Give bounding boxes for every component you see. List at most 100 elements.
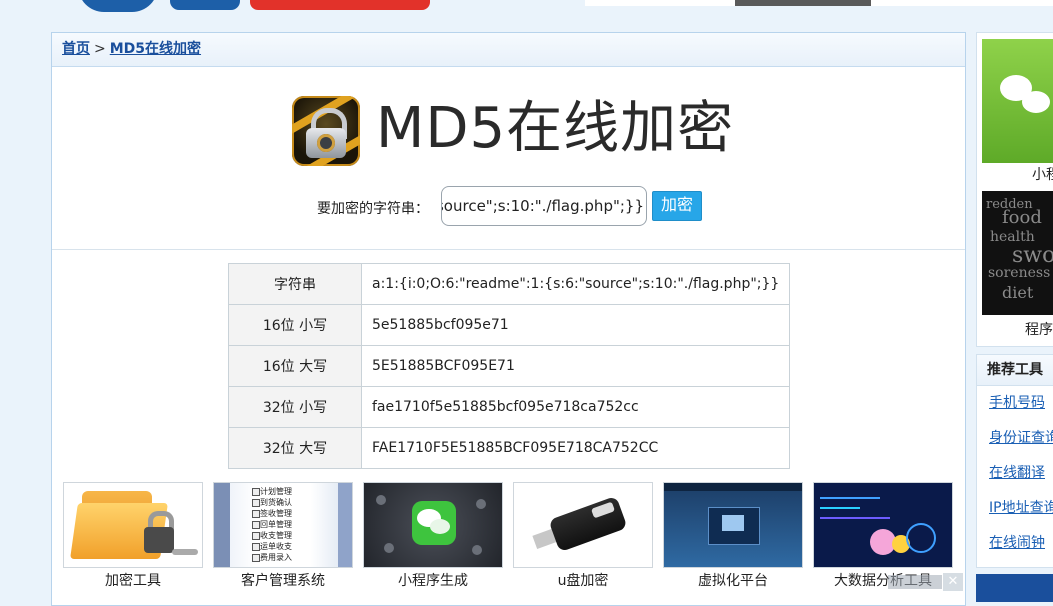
tree-node-icon xyxy=(252,499,260,507)
result-table: 字符串 a:1:{i:0;O:6:"readme":1:{s:6:"source"… xyxy=(228,263,790,469)
tool-item-encrypt[interactable]: 加密工具 xyxy=(63,482,203,590)
tool-label[interactable]: 客户管理系统 xyxy=(213,570,353,590)
crm-screenshot[interactable]: 计划管理到货确认签收管理回单管理收支管理运单收支费用录入 xyxy=(213,482,353,568)
logo-part xyxy=(170,0,240,10)
top-nav-active[interactable] xyxy=(735,0,871,6)
result-value: fae1710f5e51885bcf095e718ca752cc xyxy=(361,386,790,428)
top-header xyxy=(0,0,1053,18)
table-row: 16位 小写 5e51885bcf095e71 xyxy=(228,304,790,346)
logo-part xyxy=(78,0,158,12)
usb-body xyxy=(548,495,628,553)
sidebar-promo-card: 小程 reddenfoodhealthswollensorenessdiet 程… xyxy=(976,32,1053,347)
tree-node-icon xyxy=(252,532,260,540)
wechat-promo-image[interactable] xyxy=(982,39,1053,163)
tool-label[interactable]: 虚拟化平台 xyxy=(663,570,803,590)
string-input-value: source";s:10:"./flag.php";}} xyxy=(441,197,644,215)
crm-menu-text: 计划管理 xyxy=(260,487,292,496)
recommend-link[interactable]: IP地址查询 xyxy=(977,491,1053,526)
usb-drive-icon[interactable] xyxy=(513,482,653,568)
page-title: MD5在线加密 xyxy=(376,96,735,161)
chart-line xyxy=(820,507,860,509)
folder-lock-icon[interactable] xyxy=(63,482,203,568)
dashboard-screenshot[interactable] xyxy=(813,482,953,568)
recommend-link[interactable]: 在线闹钟 xyxy=(977,526,1053,561)
lock-icon xyxy=(292,96,360,166)
string-input[interactable]: source";s:10:"./flag.php";}} xyxy=(441,186,647,226)
breadcrumb-separator: > xyxy=(94,41,106,57)
tool-label[interactable]: 小程序生成 xyxy=(363,570,503,590)
table-row: 16位 大写 5E51885BCF095E71 xyxy=(228,345,790,387)
tree-node-icon xyxy=(252,554,260,562)
recommend-link[interactable]: 手机号码 xyxy=(977,386,1053,421)
tool-label[interactable]: u盘加密 xyxy=(513,570,653,590)
crm-menu-text: 到货确认 xyxy=(260,498,292,507)
crm-menu-text: 回单管理 xyxy=(260,520,292,529)
result-value: FAE1710F5E51885BCF095E718CA752CC xyxy=(361,427,790,469)
tree-node-icon xyxy=(252,488,260,496)
desktop-titlebar xyxy=(664,483,802,491)
breadcrumb: 首页 > MD5在线加密 xyxy=(52,33,965,67)
tool-item-virtualization[interactable]: 虚拟化平台 xyxy=(663,482,803,590)
bg-dot xyxy=(384,543,394,553)
logo-part xyxy=(250,0,430,10)
crm-right-bar xyxy=(338,483,352,567)
result-value: 5e51885bcf095e71 xyxy=(361,304,790,346)
tool-item-crm[interactable]: 计划管理到货确认签收管理回单管理收支管理运单收支费用录入 客户管理系统 xyxy=(213,482,353,590)
top-nav-bar xyxy=(585,0,1053,6)
sidebar-recommend: 推荐工具 手机号码 身份证查询 在线翻译 IP地址查询 在线闹钟 xyxy=(976,354,1053,568)
tool-item-bigdata[interactable]: 大数据分析工具 xyxy=(813,482,953,590)
table-row: 32位 大写 FAE1710F5E51885BCF095E718CA752CC xyxy=(228,427,790,469)
crm-menu-text: 费用录入 xyxy=(260,553,292,562)
key-icon xyxy=(172,549,198,555)
bg-dot xyxy=(476,499,486,509)
tree-node-icon xyxy=(252,543,260,551)
chat-bubble xyxy=(1022,91,1050,113)
lock-icon-dial xyxy=(317,134,335,152)
tool-label[interactable]: 加密工具 xyxy=(63,570,203,590)
chat-bubble xyxy=(430,519,450,534)
tree-node-icon xyxy=(252,510,260,518)
promo-caption[interactable]: 程序 xyxy=(1025,319,1053,339)
crm-menu-text: 收支管理 xyxy=(260,531,292,540)
recommend-link[interactable]: 身份证查询 xyxy=(977,421,1053,456)
ad-bar xyxy=(888,575,942,589)
result-value: 5E51885BCF095E71 xyxy=(361,345,790,387)
bg-dot xyxy=(376,495,386,505)
result-key: 32位 大写 xyxy=(228,427,362,469)
promo-caption[interactable]: 小程 xyxy=(1032,164,1053,184)
desktop-screenshot[interactable] xyxy=(663,482,803,568)
padlock-body xyxy=(144,527,174,553)
sidebar-bottom-banner[interactable] xyxy=(976,574,1053,602)
main-panel: 首页 > MD5在线加密 MD5在线加密 要加密的字符串： source";s:10… xyxy=(51,32,966,606)
tool-gallery: 加密工具 计划管理到货确认签收管理回单管理收支管理运单收支费用录入 客户管理系统… xyxy=(63,482,963,592)
word-cloud-word: diet xyxy=(1002,283,1034,302)
result-key: 32位 小写 xyxy=(228,386,362,428)
result-key: 字符串 xyxy=(228,263,362,305)
crm-menu-text: 运单收支 xyxy=(260,542,292,551)
word-cloud-word: food xyxy=(1002,207,1042,228)
recommend-link[interactable]: 在线翻译 xyxy=(977,456,1053,491)
tool-item-usb[interactable]: u盘加密 xyxy=(513,482,653,590)
recommend-title: 推荐工具 xyxy=(977,355,1053,386)
result-value: a:1:{i:0;O:6:"readme":1:{s:6:"source";s:… xyxy=(361,263,790,305)
table-row: 32位 小写 fae1710f5e51885bcf095e718ca752cc xyxy=(228,386,790,428)
page-hero: MD5在线加密 xyxy=(292,96,735,170)
site-logo[interactable] xyxy=(70,0,440,14)
section-divider xyxy=(52,249,965,250)
result-key: 16位 小写 xyxy=(228,304,362,346)
wechat-icon[interactable] xyxy=(363,482,503,568)
table-row: 字符串 a:1:{i:0;O:6:"readme":1:{s:6:"source"… xyxy=(228,263,790,305)
tree-node-icon xyxy=(252,521,260,529)
input-label: 要加密的字符串： xyxy=(317,201,429,217)
crm-menu-text: 签收管理 xyxy=(260,509,292,518)
crm-left-bar xyxy=(214,483,230,567)
word-cloud-image[interactable]: reddenfoodhealthswollensorenessdiet xyxy=(982,191,1053,315)
encrypt-button[interactable]: 加密 xyxy=(652,191,702,221)
close-icon[interactable]: ✕ xyxy=(943,573,963,591)
bg-dot xyxy=(472,545,482,555)
tool-item-miniprogram[interactable]: 小程序生成 xyxy=(363,482,503,590)
word-cloud-word: soreness xyxy=(988,265,1051,281)
result-key: 16位 大写 xyxy=(228,345,362,387)
breadcrumb-home-link[interactable]: 首页 xyxy=(62,41,90,57)
breadcrumb-current-link[interactable]: MD5在线加密 xyxy=(110,41,201,57)
